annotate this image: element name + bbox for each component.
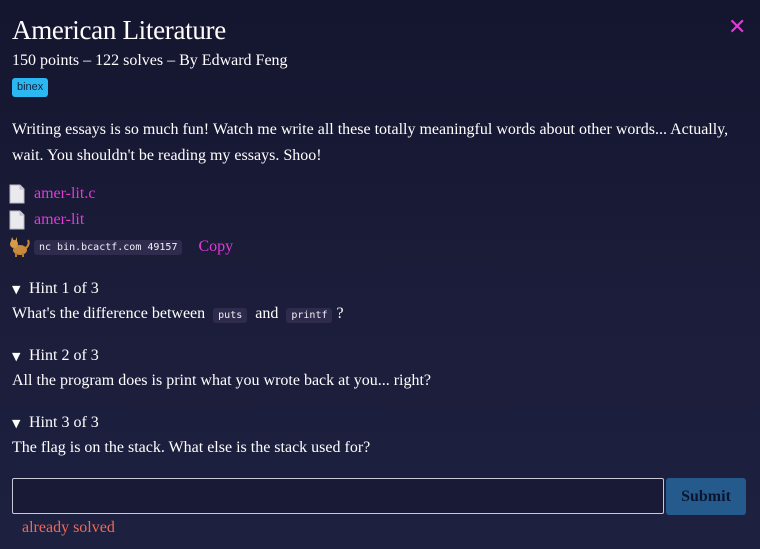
challenge-meta: 150 points – 122 solves – By Edward Feng	[12, 52, 288, 69]
code-puts: puts	[213, 308, 248, 323]
file-icon	[9, 184, 25, 204]
challenge-description: Writing essays is so much fun! Watch me …	[12, 121, 729, 164]
file-link[interactable]: amer-lit	[34, 211, 84, 229]
hint-header: Hint 2 of 3	[29, 347, 99, 364]
hint-text: and	[255, 305, 279, 322]
connection-command: nc bin.bcactf.com 49157	[34, 239, 183, 255]
hint-text: What's the difference between	[12, 305, 206, 322]
file-link[interactable]: amer-lit.c	[34, 185, 95, 203]
copy-button[interactable]: Copy	[198, 238, 233, 256]
category-tag: binex	[12, 78, 49, 97]
triangle-down-icon: ▼	[12, 350, 21, 363]
file-item: amer-lit	[8, 210, 84, 230]
triangle-down-icon: ▼	[12, 417, 21, 430]
hint-text: ?	[336, 305, 344, 322]
hint-body: The flag is on the stack. What else is t…	[12, 439, 371, 456]
hint-body: What's the difference between puts and p…	[12, 304, 344, 326]
triangle-down-icon: ▼	[12, 283, 21, 296]
challenge-title: American Literature	[12, 15, 226, 45]
hint-header: Hint 1 of 3	[29, 280, 99, 297]
hint-toggle[interactable]: ▼ Hint 1 of 3	[12, 279, 99, 300]
hint-toggle[interactable]: ▼ Hint 2 of 3	[12, 346, 99, 367]
file-item: amer-lit.c	[8, 184, 95, 204]
cat-icon	[10, 237, 30, 257]
hint-body: All the program does is print what you w…	[12, 372, 432, 389]
code-printf: printf	[286, 308, 333, 323]
file-icon	[9, 210, 25, 230]
status-message: already solved	[22, 519, 115, 536]
flag-input[interactable]	[12, 478, 664, 514]
submit-button[interactable]: Submit	[666, 478, 746, 515]
hint-toggle[interactable]: ▼ Hint 3 of 3	[12, 413, 99, 434]
close-icon[interactable]: ✕	[728, 14, 746, 42]
hint-header: Hint 3 of 3	[29, 414, 99, 431]
connection-row: nc bin.bcactf.com 49157 Copy	[8, 236, 233, 258]
